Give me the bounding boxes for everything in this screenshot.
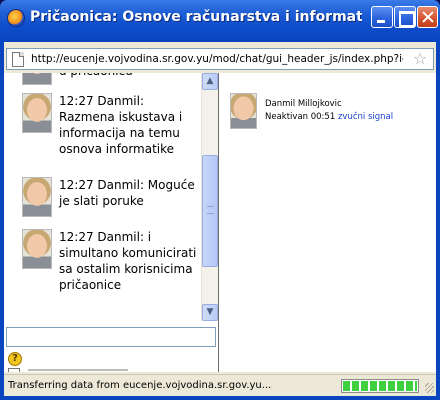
avatar: [22, 177, 52, 217]
message-list: u pričaonicu 12:27 Danmil: Razmena iskus…: [4, 73, 201, 321]
user-avatar: [230, 93, 257, 129]
resize-grip[interactable]: [425, 383, 434, 393]
page-icon: [12, 52, 24, 67]
message-item: 12:27 Danmil: Moguće je slati poruke: [22, 177, 199, 217]
window-frame: http://eucenje.vojvodina.sr.gov.yu/mod/c…: [0, 42, 440, 400]
window-titlebar[interactable]: Pričaonica: Osnove računarstva i informa…: [0, 0, 440, 42]
chat-content: u pričaonicu 12:27 Danmil: Razmena iskus…: [4, 73, 436, 372]
beep-link[interactable]: zvučni signal: [338, 112, 393, 122]
message-scrollbar[interactable]: ▲ ▼: [201, 73, 218, 321]
status-text: Transferring data from eucenje.vojvodina…: [8, 380, 272, 391]
message-item: 12:27 Danmil: Razmena iskustava i inform…: [22, 93, 199, 157]
panel-divider[interactable]: [218, 73, 219, 372]
user-list: Danmil Millojkovic Neaktivan 00:51 zvučn…: [220, 73, 436, 372]
message-text: 12:27 Danmil: Razmena iskustava i inform…: [59, 94, 183, 156]
status-bar: Transferring data from eucenje.vojvodina…: [4, 374, 436, 396]
options-row: [8, 368, 148, 372]
scroll-down-button[interactable]: ▼: [202, 304, 218, 321]
scroll-thumb[interactable]: [202, 155, 218, 267]
user-status: Neaktivan 00:51: [265, 112, 336, 122]
progress-bar: [341, 379, 419, 393]
message-text: 12:27 Danmil: Moguće je slati poruke: [59, 178, 195, 208]
message-text: 12:27 Danmil: i simultano komunicirati s…: [59, 230, 197, 292]
message-input[interactable]: [6, 327, 216, 347]
message-item: 12:27 Danmil: i simultano komunicirati s…: [22, 229, 199, 293]
user-item: Danmil Millojkovic Neaktivan 00:51 zvučn…: [230, 93, 393, 129]
bookmark-star-icon[interactable]: ☆: [413, 50, 427, 68]
avatar: [22, 229, 52, 269]
window-title: Pričaonica: Osnove računarstva i informa…: [30, 9, 362, 25]
scroll-up-button[interactable]: ▲: [202, 73, 218, 90]
window-client: http://eucenje.vojvodina.sr.gov.yu/mod/c…: [4, 42, 436, 396]
message-item: u pričaonicu: [22, 73, 199, 85]
address-bar[interactable]: http://eucenje.vojvodina.sr.gov.yu/mod/c…: [6, 48, 434, 70]
close-button[interactable]: [417, 6, 438, 28]
progress-fill: [343, 381, 417, 391]
firefox-icon: [7, 9, 25, 27]
url-field[interactable]: http://eucenje.vojvodina.sr.gov.yu/mod/c…: [31, 53, 403, 65]
avatar: [22, 73, 52, 85]
user-name: Danmil Millojkovic: [265, 99, 342, 109]
message-text: u pričaonicu: [59, 73, 199, 85]
maximize-button[interactable]: [394, 6, 416, 28]
help-icon[interactable]: ?: [8, 352, 22, 366]
minimize-button[interactable]: [371, 6, 393, 28]
avatar: [22, 93, 52, 133]
